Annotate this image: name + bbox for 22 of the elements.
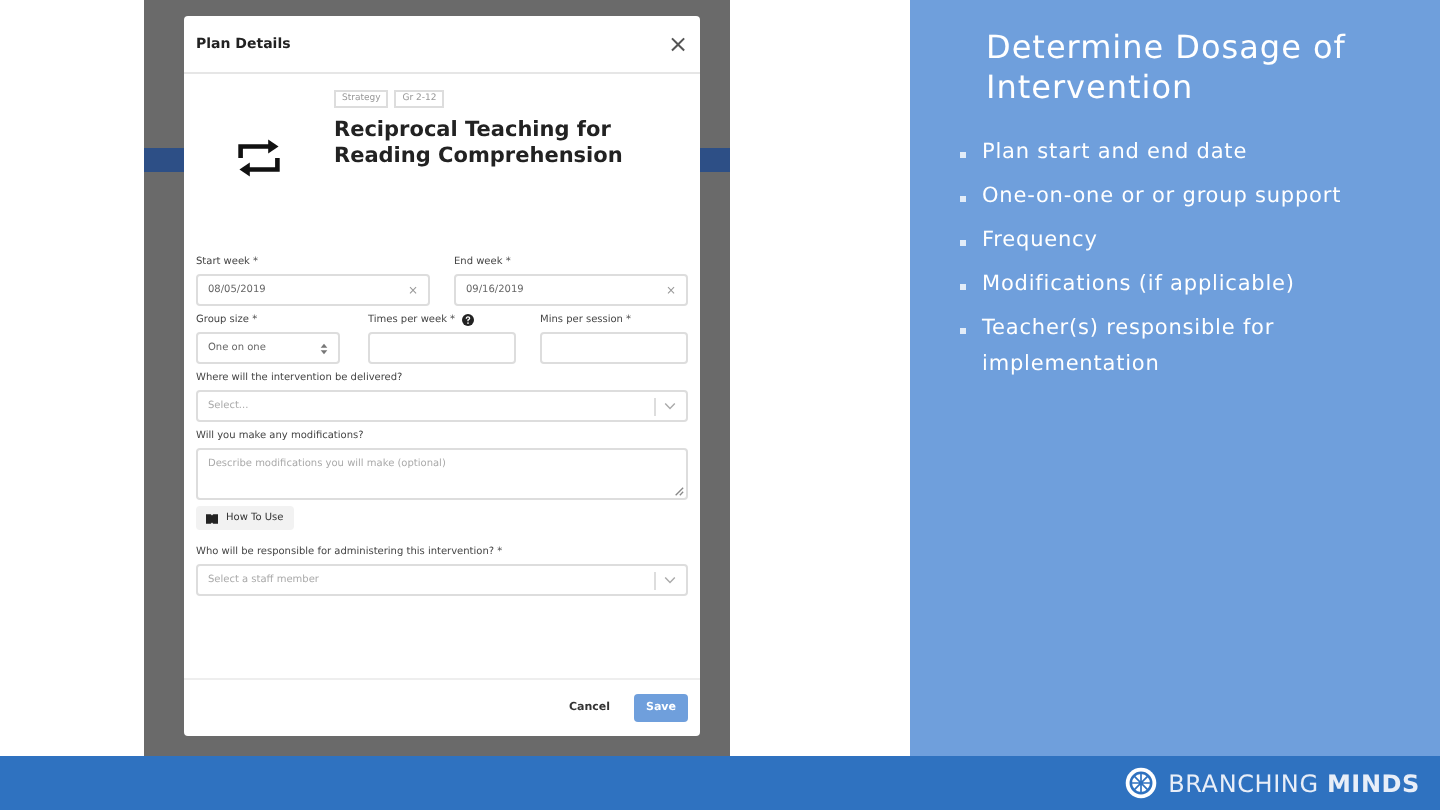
logo-text: BRANCHING MINDS bbox=[1168, 769, 1420, 797]
chevron-down-icon bbox=[664, 576, 676, 584]
bullet-icon bbox=[960, 328, 966, 334]
book-icon bbox=[206, 513, 218, 523]
number-field[interactable] bbox=[368, 332, 516, 364]
bullet-text: Frequency bbox=[982, 226, 1098, 256]
bullet-text: One-on-one or or group support bbox=[982, 182, 1342, 212]
bullet-text: Plan start and end date bbox=[982, 138, 1248, 168]
bullet-icon bbox=[960, 196, 966, 202]
close-button[interactable]: × bbox=[667, 32, 688, 56]
chevron-down-icon bbox=[664, 402, 676, 410]
slide-title: Determine Dosage of Intervention bbox=[986, 28, 1348, 108]
up-down-icon bbox=[320, 341, 328, 355]
bullet-text: Modifications (if applicable) bbox=[982, 270, 1295, 300]
bullet-text: Teacher(s) responsible for implementation bbox=[982, 314, 1277, 380]
resize-grip-icon bbox=[674, 486, 684, 496]
strategy-title: Reciprocal Teaching for Reading Comprehension bbox=[334, 118, 625, 171]
bullet-icon bbox=[960, 284, 966, 290]
logo-icon bbox=[1124, 766, 1159, 800]
bullet-icon bbox=[960, 152, 966, 158]
bullet-icon bbox=[960, 240, 966, 246]
number-field[interactable] bbox=[540, 332, 688, 364]
